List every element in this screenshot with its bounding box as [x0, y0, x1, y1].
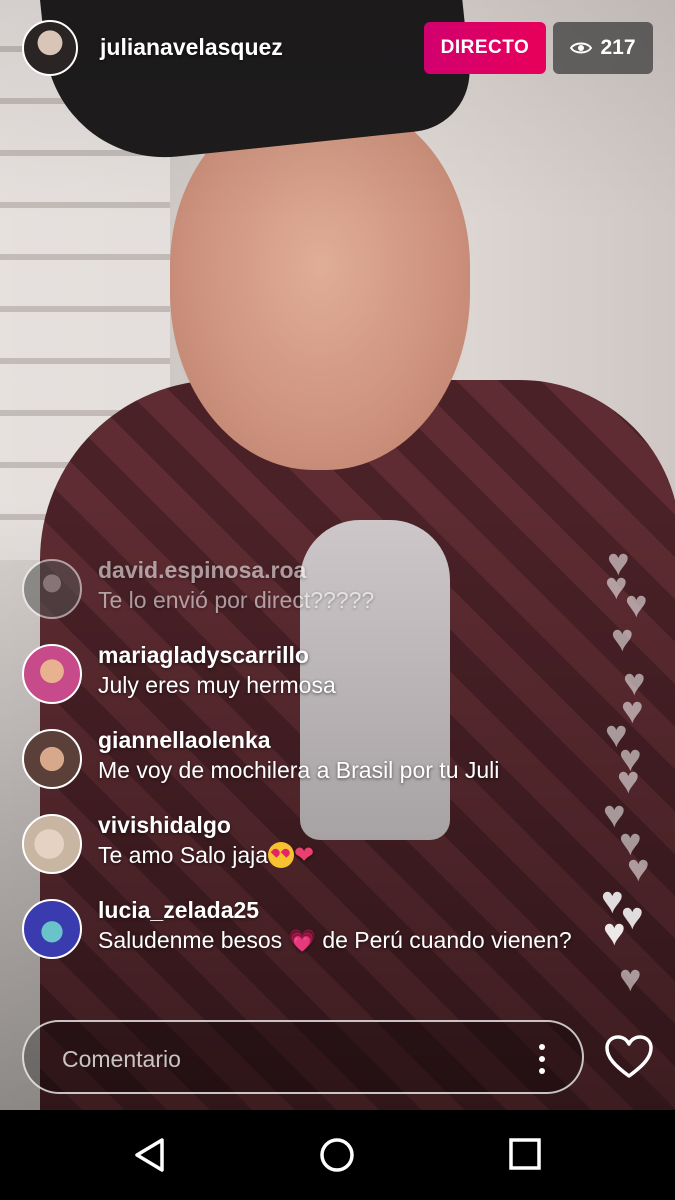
commenter-avatar[interactable]	[22, 559, 82, 619]
pink-heart-icon: 💗	[288, 928, 316, 953]
comment-input-bar[interactable]: Comentario	[22, 1020, 584, 1094]
comment-username[interactable]: mariagladyscarrillo	[98, 640, 602, 670]
comment-item: giannellaolenka Me voy de mochilera a Br…	[22, 725, 602, 789]
comment-text-part: de Perú cuando vienen?	[322, 927, 572, 953]
comment-input[interactable]: Comentario	[62, 1046, 181, 1073]
comment-username[interactable]: lucia_zelada25	[98, 895, 602, 925]
floating-hearts: ♥ ♥ ♥ ♥ ♥ ♥ ♥ ♥ ♥ ♥ ♥ ♥ ♥ ♥ ♥ ♥	[595, 540, 675, 1010]
comment-item: david.espinosa.roa Te lo envió por direc…	[22, 555, 602, 619]
viewer-count: 217	[600, 36, 636, 59]
android-nav-bar	[0, 1110, 675, 1200]
host-username[interactable]: julianavelasquez	[100, 34, 283, 61]
comment-text: Te amo Salo jaja ❤	[98, 840, 602, 871]
comment-text-content: Te amo Salo jaja	[98, 842, 269, 868]
floating-heart-icon: ♥	[619, 958, 642, 1000]
live-header: julianavelasquez DIRECTO 217	[0, 0, 675, 100]
comment-item: lucia_zelada25 Saludenme besos 💗 de Perú…	[22, 895, 602, 959]
comment-username[interactable]: vivishidalgo	[98, 810, 602, 840]
floating-heart-icon: ♥	[603, 912, 626, 954]
host-avatar[interactable]	[22, 20, 78, 76]
nav-recent-icon[interactable]	[508, 1137, 542, 1171]
floating-heart-icon: ♥	[627, 848, 650, 890]
comment-text: Te lo envió por direct?????	[98, 587, 375, 613]
floating-heart-icon: ♥	[611, 618, 634, 660]
comment-text-part: Saludenme besos	[98, 927, 283, 953]
nav-home-icon[interactable]	[319, 1137, 355, 1173]
commenter-avatar[interactable]	[22, 729, 82, 789]
heart-eyes-emoji-icon	[268, 842, 295, 868]
red-heart-icon: ❤	[294, 842, 315, 869]
comment-feed: david.espinosa.roa Te lo envió por direc…	[22, 555, 602, 980]
comment-text: Me voy de mochilera a Brasil por tu Juli	[98, 757, 500, 783]
comment-text: July eres muy hermosa	[98, 672, 336, 698]
viewer-count-badge[interactable]: 217	[553, 22, 653, 74]
commenter-avatar[interactable]	[22, 899, 82, 959]
heart-outline-icon[interactable]	[604, 1034, 654, 1080]
comment-username[interactable]: giannellaolenka	[98, 725, 602, 755]
comment-item: mariagladyscarrillo July eres muy hermos…	[22, 640, 602, 704]
nav-back-icon[interactable]	[132, 1137, 168, 1173]
more-vertical-icon[interactable]	[538, 1044, 546, 1074]
comment-username[interactable]: david.espinosa.roa	[98, 555, 602, 585]
commenter-avatar[interactable]	[22, 644, 82, 704]
comment-item: vivishidalgo Te amo Salo jaja ❤	[22, 810, 602, 874]
live-badge: DIRECTO	[424, 22, 546, 74]
commenter-avatar[interactable]	[22, 814, 82, 874]
comment-text: Saludenme besos 💗 de Perú cuando vienen?	[98, 925, 602, 956]
eye-icon	[570, 42, 593, 54]
